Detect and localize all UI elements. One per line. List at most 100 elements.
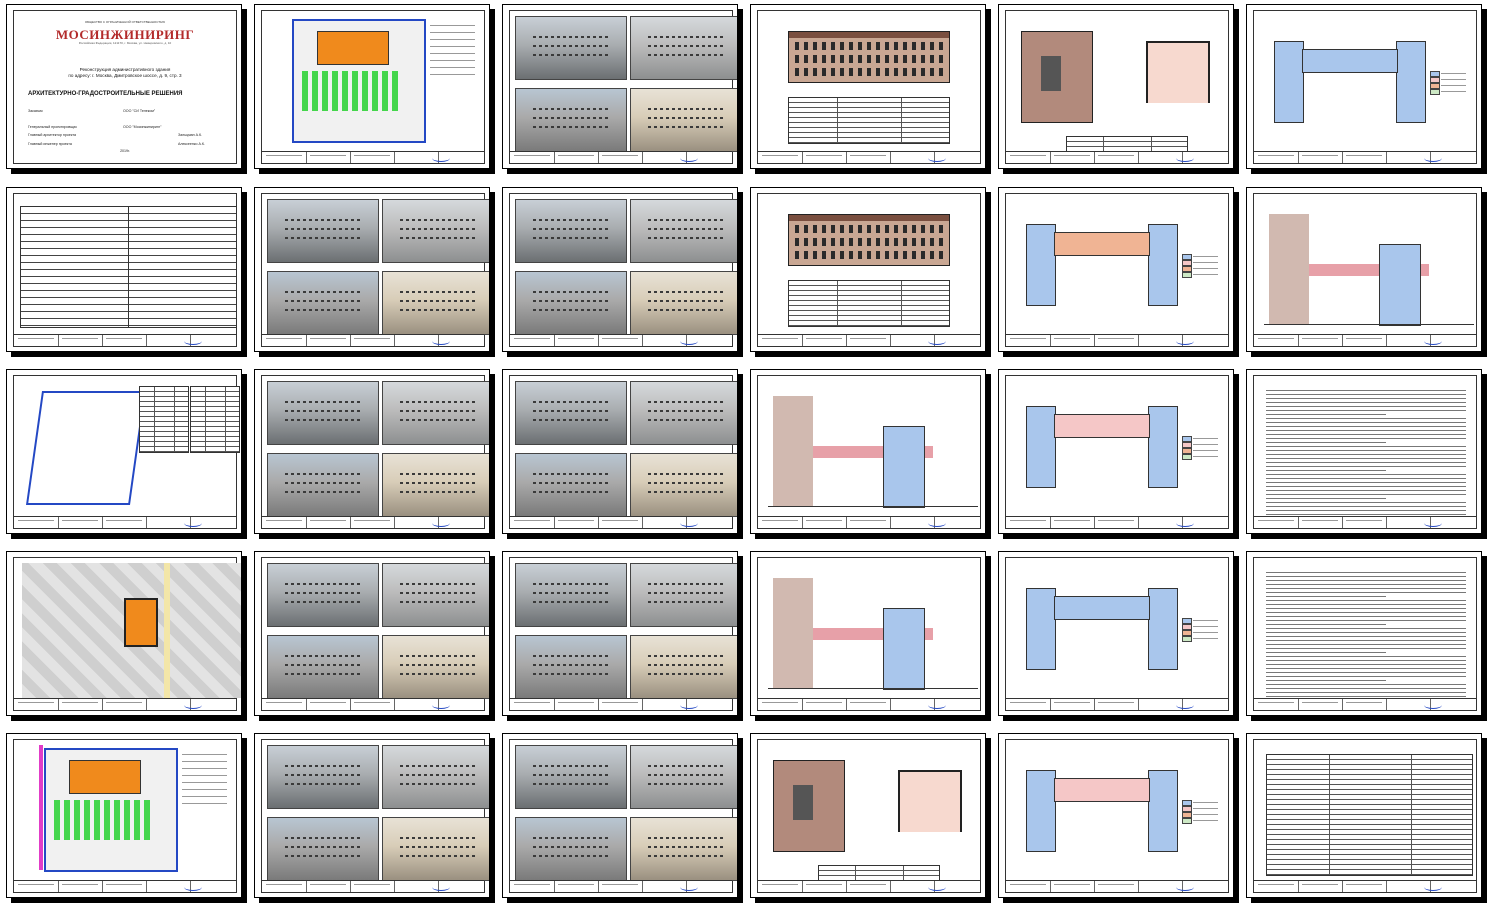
window-row (284, 845, 362, 848)
renders-sheet[interactable] (254, 369, 490, 534)
window-row (647, 673, 725, 676)
sheet-frame (757, 193, 981, 347)
sheet-content (510, 558, 737, 699)
renders-sheet[interactable] (502, 733, 738, 898)
window-row (647, 44, 725, 47)
plan-wing-right (1148, 588, 1178, 670)
signature (928, 883, 946, 891)
stamp-text-line (266, 338, 302, 339)
utilities-plan-sheet[interactable] (6, 733, 242, 898)
stamp-text-line (106, 338, 142, 339)
stamp-divider (846, 152, 847, 163)
stamp-divider (58, 699, 59, 710)
window-row (647, 845, 725, 848)
sheet-frame (509, 10, 737, 164)
text-line (1266, 692, 1466, 693)
contents-sheet[interactable] (6, 187, 242, 352)
title-block (262, 334, 484, 346)
floor-plan-sheet[interactable] (998, 369, 1234, 534)
renders-sheet[interactable] (502, 4, 738, 169)
plan (1026, 224, 1178, 306)
facade-sheet[interactable] (750, 187, 986, 352)
window-row (647, 116, 725, 119)
renders-sheet[interactable] (254, 733, 490, 898)
window-row (532, 126, 610, 129)
table (139, 386, 189, 453)
coordinates-plan-sheet[interactable] (6, 369, 242, 534)
facade-sheet[interactable] (750, 4, 986, 169)
window-row (399, 773, 477, 776)
stamp-divider (598, 517, 599, 528)
renders-sheet[interactable] (502, 551, 738, 716)
facade-fragment-sheet[interactable] (998, 4, 1234, 169)
legend (1182, 800, 1222, 830)
sheet-frame (1005, 193, 1229, 347)
stamp-text-line (62, 702, 98, 703)
stamp-divider (306, 517, 307, 528)
photo (630, 381, 737, 445)
stamp-divider (642, 152, 643, 163)
title-block (758, 334, 980, 346)
window-row (795, 238, 943, 246)
tep-table-sheet[interactable] (1246, 733, 1482, 898)
section-sheet[interactable] (750, 551, 986, 716)
sheet-content (1254, 740, 1476, 881)
window-row (399, 845, 477, 848)
text-line (1266, 418, 1466, 419)
plan (1026, 770, 1178, 852)
legend-swatch (1182, 272, 1192, 278)
row-label: Главный инженер проекта (28, 142, 72, 146)
sheet-content (758, 376, 980, 517)
text-line (1266, 592, 1466, 593)
floor-plan-sheet[interactable] (998, 733, 1234, 898)
title-block (510, 516, 732, 528)
situation-plan-sheet[interactable] (6, 551, 242, 716)
cover-sheet[interactable]: ОБЩЕСТВО С ОГРАНИЧЕННОЙ ОТВЕТСТВЕННОСТЬЮ… (6, 4, 242, 169)
photo (630, 88, 737, 152)
explanatory-note-sheet[interactable] (1246, 369, 1482, 534)
sheet-content (1254, 376, 1476, 523)
floor-plan-sheet[interactable] (1246, 4, 1482, 169)
stamp-divider (1138, 152, 1139, 163)
window-row (532, 654, 610, 657)
row-label: Генеральный проектировщик (28, 125, 77, 129)
plan-core (1054, 414, 1150, 438)
stamp-text-line (1346, 155, 1382, 156)
stamp-divider (102, 881, 103, 892)
stamp-divider (1050, 152, 1051, 163)
stamp-text-line (310, 338, 346, 339)
stamp-divider (1342, 881, 1343, 892)
cover-org: ОБЩЕСТВО С ОГРАНИЧЕННОЙ ОТВЕТСТВЕННОСТЬЮ (84, 20, 166, 24)
floor-plan-sheet[interactable] (998, 187, 1234, 352)
renders-sheet[interactable] (502, 187, 738, 352)
window-row (795, 68, 943, 76)
stamp-text-line (1258, 338, 1294, 339)
legend (1182, 254, 1222, 284)
renders-sheet[interactable] (254, 187, 490, 352)
plan-wing-right (1148, 406, 1178, 488)
explanatory-note-sheet[interactable] (1246, 551, 1482, 716)
stamp-divider (394, 881, 395, 892)
window-row (284, 481, 362, 484)
window-row (647, 409, 725, 412)
site-plan-sheet[interactable] (254, 4, 490, 169)
title-block (14, 698, 236, 710)
title-block (262, 880, 484, 892)
table (1266, 754, 1473, 876)
stamp-text-line (762, 520, 798, 521)
table-col (173, 387, 175, 452)
plan-core (1054, 232, 1150, 256)
floor-plan-sheet[interactable] (998, 551, 1234, 716)
window-row (284, 227, 362, 230)
legend-text (182, 768, 227, 769)
renders-sheet[interactable] (502, 369, 738, 534)
detail-node (1146, 41, 1210, 103)
section-sheet[interactable] (1246, 187, 1482, 352)
renders-sheet[interactable] (254, 551, 490, 716)
window-row (284, 309, 362, 312)
facade-fragment-sheet[interactable] (750, 733, 986, 898)
stamp-text-line (850, 155, 886, 156)
stamp-divider (102, 335, 103, 346)
section-sheet[interactable] (750, 369, 986, 534)
stamp-text-line (1054, 520, 1090, 521)
